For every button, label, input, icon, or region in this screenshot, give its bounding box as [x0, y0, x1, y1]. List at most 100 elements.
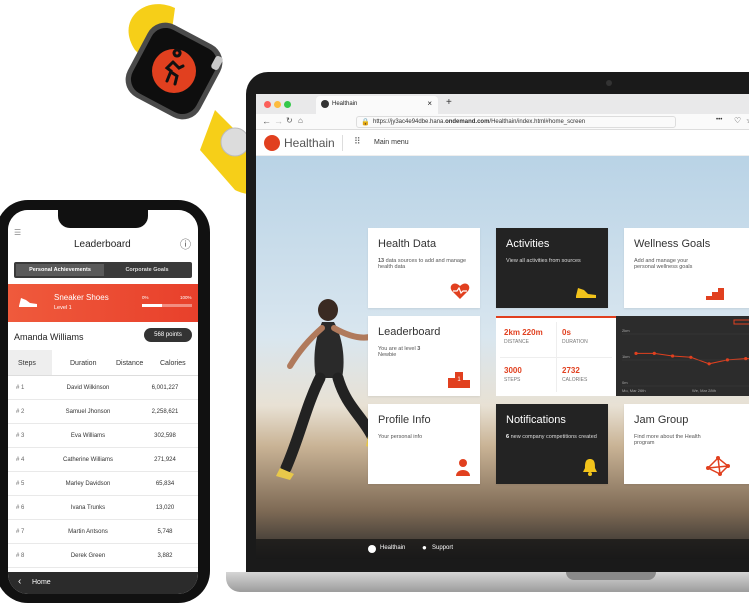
- user-profile-icon: [456, 459, 470, 476]
- footer-app-name[interactable]: Healthain: [380, 545, 405, 551]
- maximize-window-button[interactable]: [284, 101, 291, 108]
- url-domain: ondemand.com: [445, 119, 490, 125]
- y-tick-label: 2km: [622, 328, 630, 333]
- lock-icon: 🔒: [361, 119, 370, 126]
- rank: # 4: [16, 457, 25, 463]
- card-title: Leaderboard: [378, 326, 441, 338]
- activity-stats-card[interactable]: 2km 220m DISTANCE 0s DURATION 3000 STEPS…: [496, 316, 616, 396]
- user-level: 3: [417, 346, 421, 352]
- notifications-card[interactable]: Notifications 6 new company competitions…: [496, 404, 608, 484]
- smartphone: ☰ Leaderboard ⓘ Personal Achievements Co…: [0, 200, 210, 603]
- header-divider: [342, 135, 343, 151]
- app-name[interactable]: Healthain: [284, 136, 335, 150]
- participant-name: David Wilkinson: [66, 385, 110, 391]
- card-title: Health Data: [378, 238, 437, 250]
- new-tab-button[interactable]: +: [446, 97, 452, 108]
- app-footer: Healthain ● Support: [256, 539, 749, 559]
- support-link[interactable]: Support: [432, 545, 453, 551]
- card-description: new company competitions created: [510, 434, 597, 440]
- column-steps[interactable]: Steps: [18, 360, 36, 367]
- card-description: Your personal info: [378, 434, 423, 440]
- phone-screen: ☰ Leaderboard ⓘ Personal Achievements Co…: [8, 210, 198, 594]
- achievement-banner[interactable]: Sneaker Shoes Level 1 0% 100%: [8, 284, 198, 322]
- column-calories[interactable]: Calories: [160, 360, 186, 367]
- close-tab-icon[interactable]: ×: [427, 99, 432, 108]
- minimize-window-button[interactable]: [274, 101, 281, 108]
- segmented-tabs: Personal Achievements Corporate Goals: [14, 262, 192, 278]
- participant-value: 271,924: [154, 457, 176, 463]
- card-title: Activities: [506, 238, 550, 250]
- url-suffix: /Healthain/index.html#home_screen: [489, 119, 586, 125]
- card-title: Wellness Goals: [634, 238, 711, 250]
- page-actions-icon[interactable]: •••: [716, 117, 722, 123]
- x-tick-label: We, Mar 28th: [692, 388, 716, 393]
- progress-track: [142, 304, 192, 307]
- participant-name: Martin Antsons: [68, 529, 108, 535]
- leaderboard-table: # 1 David Wilkinson 6,001,227 # 2 Samuel Jho…: [8, 376, 198, 592]
- back-chevron-icon[interactable]: ‹: [18, 576, 21, 587]
- distance-chart-card[interactable]: 2km1km0mMo, Mar 26thWe, Mar 28thFi: [616, 316, 749, 396]
- participant-name: Derek Green: [70, 553, 106, 559]
- table-row[interactable]: # 7 Martin Antsons 5,748: [8, 520, 198, 544]
- table-row[interactable]: # 5 Marley Davidson 65,834: [8, 472, 198, 496]
- data-point: [707, 362, 711, 366]
- health-data-card[interactable]: Health Data 13 data sources to add and m…: [368, 228, 480, 308]
- tab-corporate-goals[interactable]: Corporate Goals: [104, 264, 190, 276]
- leaderboard-card[interactable]: Leaderboard You are at level 3 Newbie 1: [368, 316, 480, 396]
- home-icon[interactable]: ⌂: [298, 116, 303, 125]
- tab-personal-achievements[interactable]: Personal Achievements: [16, 264, 104, 276]
- rank: # 6: [16, 505, 25, 511]
- hamburger-menu-icon[interactable]: ☰: [14, 228, 21, 237]
- forward-arrow-icon[interactable]: →: [274, 116, 283, 126]
- rank: # 2: [16, 409, 25, 415]
- back-arrow-icon[interactable]: ←: [262, 116, 271, 126]
- healthain-footer-icon: [368, 545, 376, 553]
- podium-icon: 1: [448, 372, 470, 388]
- home-link[interactable]: Home: [32, 579, 51, 586]
- participant-value: 302,598: [154, 433, 176, 439]
- rank: # 1: [16, 385, 25, 391]
- activities-card[interactable]: Activities View all activities from sour…: [496, 228, 608, 308]
- column-distance[interactable]: Distance: [116, 360, 143, 367]
- app-header: Healthain ⠿ Main menu: [256, 130, 749, 156]
- duration-label: DURATION: [562, 339, 588, 345]
- x-tick-label: Mo, Mar 26th: [622, 388, 646, 393]
- card-title: Profile Info: [378, 414, 431, 426]
- table-row[interactable]: # 4 Catherine Williams 271,924: [8, 448, 198, 472]
- grid-menu-icon[interactable]: ⠿: [354, 136, 361, 147]
- phone-header: ☰ Leaderboard ⓘ: [8, 210, 198, 258]
- profile-info-card[interactable]: Profile Info Your personal info: [368, 404, 480, 484]
- browser-tab-bar: Healthain × +: [256, 94, 749, 114]
- wellness-goals-card[interactable]: Wellness Goals Add and manage your perso…: [624, 228, 749, 308]
- main-menu-link[interactable]: Main menu: [374, 139, 409, 146]
- table-row[interactable]: # 2 Samuel Jhonson 2,258,621: [8, 400, 198, 424]
- calories-label: CALORIES: [562, 377, 588, 383]
- browser-tab[interactable]: Healthain ×: [316, 96, 438, 114]
- info-icon[interactable]: ⓘ: [180, 236, 191, 252]
- level-name: Newbie: [378, 352, 397, 358]
- close-window-button[interactable]: [264, 101, 271, 108]
- series-line: [636, 352, 749, 365]
- reload-icon[interactable]: ↻: [286, 116, 293, 125]
- jam-group-card[interactable]: Jam Group Find more about the Health pro…: [624, 404, 749, 484]
- steps-value: 3000: [504, 366, 522, 375]
- participant-value: 6,001,227: [151, 385, 179, 391]
- table-row[interactable]: # 3 Eva Williams 302,598: [8, 424, 198, 448]
- rank: # 7: [16, 529, 25, 535]
- rank: # 5: [16, 481, 25, 487]
- table-row[interactable]: # 1 David Wilkinson 6,001,227: [8, 376, 198, 400]
- achievement-level: Level 1: [54, 305, 72, 311]
- heart-pulse-icon: [450, 283, 470, 299]
- achievement-title: Sneaker Shoes: [54, 293, 109, 302]
- column-duration[interactable]: Duration: [70, 360, 96, 367]
- phone-notch: [58, 210, 148, 228]
- participant-name: Samuel Jhonson: [65, 409, 111, 415]
- table-row[interactable]: # 6 Ivana Trunks 13,020: [8, 496, 198, 520]
- pocket-icon[interactable]: ♡: [734, 116, 741, 125]
- table-row[interactable]: # 8 Derek Green 3,882: [8, 544, 198, 568]
- address-bar[interactable]: 🔒 https://jy3ac4e94dbe.hana.ondemand.com…: [356, 116, 676, 128]
- card-title: Notifications: [506, 414, 566, 426]
- data-point: [689, 355, 693, 359]
- browser-toolbar: ← → ↻ ⌂ 🔒 https://jy3ac4e94dbe.hana.onde…: [256, 114, 749, 130]
- card-description: View all activities from sources: [506, 258, 581, 264]
